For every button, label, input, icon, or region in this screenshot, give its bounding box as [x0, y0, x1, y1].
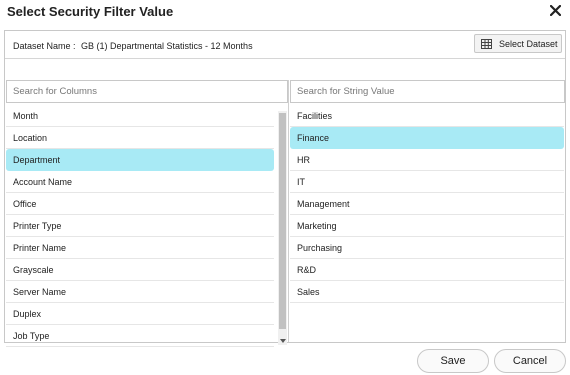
column-list-item[interactable]: Account Name — [6, 171, 274, 193]
column-list-item[interactable]: Job Type — [6, 325, 274, 347]
value-list-item[interactable]: IT — [290, 171, 564, 193]
value-list-item[interactable]: Sales — [290, 281, 564, 303]
close-icon[interactable] — [546, 1, 564, 19]
column-list-item[interactable]: Grayscale — [6, 259, 274, 281]
select-dataset-button[interactable]: Select Dataset — [474, 34, 562, 53]
scroll-down-icon[interactable] — [280, 339, 286, 343]
search-columns-input[interactable] — [6, 80, 288, 103]
value-list-item[interactable]: Facilities — [290, 105, 564, 127]
dialog-title: Select Security Filter Value — [7, 4, 174, 19]
value-list-item[interactable]: R&D — [290, 259, 564, 281]
column-list-item[interactable]: Printer Name — [6, 237, 274, 259]
cancel-button[interactable]: Cancel — [494, 349, 566, 373]
save-button[interactable]: Save — [417, 349, 489, 373]
column-list-item[interactable]: Month — [6, 105, 274, 127]
columns-pane: MonthLocationDepartmentAccount NameOffic… — [6, 80, 289, 347]
column-list-item[interactable]: Office — [6, 193, 274, 215]
filter-panel: Dataset Name : GB (1) Departmental Stati… — [4, 30, 566, 347]
dataset-name-label: Dataset Name : — [13, 41, 76, 51]
value-list-item[interactable]: Finance — [290, 127, 564, 149]
columns-scrollbar[interactable] — [278, 111, 287, 345]
column-list-item[interactable]: Duplex — [6, 303, 274, 325]
columns-list: Month Location Department Account Name Offic… — [6, 105, 288, 347]
scrollbar-thumb[interactable] — [279, 113, 286, 329]
select-dataset-label: Select Dataset — [499, 38, 558, 49]
dialog-titlebar: Select Security Filter Value — [0, 0, 570, 24]
values-list: Facilities Finance HR IT Management Marketing… — [290, 105, 565, 303]
column-list-item[interactable]: Server Name — [6, 281, 274, 303]
dataset-name-value: GB (1) Departmental Statistics - 12 Mont… — [81, 41, 253, 51]
column-list-item[interactable]: Printer Type — [6, 215, 274, 237]
grid-icon — [481, 38, 492, 49]
search-string-value-input[interactable] — [290, 80, 565, 103]
value-list-item[interactable]: Management — [290, 193, 564, 215]
value-list-item[interactable]: Purchasing — [290, 237, 564, 259]
column-list-item[interactable]: Location — [6, 127, 274, 149]
value-list-item[interactable]: Marketing — [290, 215, 564, 237]
dataset-bar: Dataset Name : GB (1) Departmental Stati… — [5, 31, 565, 59]
values-pane: FacilitiesFinanceHRITManagementMarketing… — [290, 80, 565, 342]
column-list-item[interactable]: Department — [6, 149, 274, 171]
value-list-item[interactable]: HR — [290, 149, 564, 171]
